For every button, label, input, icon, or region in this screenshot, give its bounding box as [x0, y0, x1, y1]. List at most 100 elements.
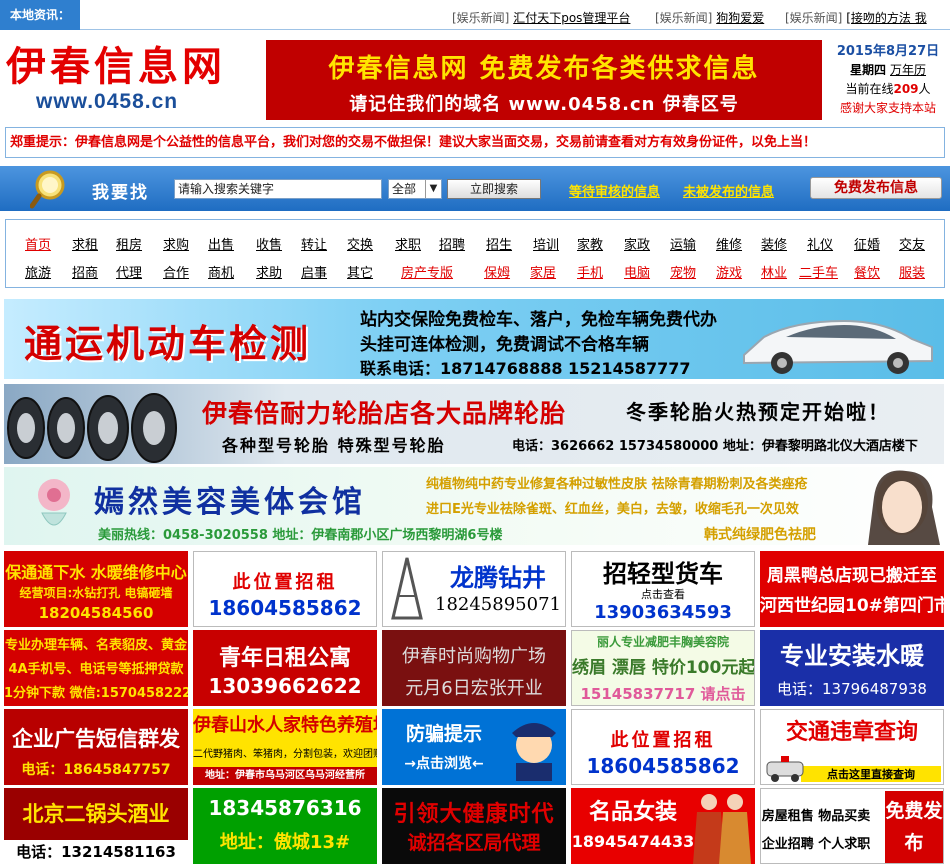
category-nav: 首页 求租 租房 求购 出售 收售 转让 交换 求职 招聘 招生 培训 家教 家政 运输 维修 装修 礼仪 征婚 交友…: [5, 219, 945, 288]
ad-womens-clothing[interactable]: 名品女装 18945474433: [571, 788, 755, 864]
top-news-bar: 本地资讯： [娱乐新闻] 汇付天下pos管理平台 [娱乐新闻] 狗狗爱爱 [娱乐…: [0, 0, 950, 30]
category-link-row2-18[interactable]: 服装: [899, 262, 925, 281]
ad-light-truck[interactable]: 招轻型货车 点击查看 13903634593: [571, 551, 755, 627]
category-link-row1-2[interactable]: 租房: [116, 234, 142, 253]
category-link-row1-5[interactable]: 收售: [256, 234, 282, 253]
ad2-title: 伊春倍耐力轮胎店各大品牌轮胎: [202, 399, 567, 428]
category-link-row1-3[interactable]: 求购: [163, 234, 189, 253]
ad-mortgage-loans[interactable]: 专业办理车辆、名表貂皮、黄金 4A手机号、电话号等抵押贷款 1分钟下款 微信:1…: [4, 630, 188, 706]
category-link-row2-7[interactable]: 其它: [347, 262, 373, 281]
category-link-row1-10[interactable]: 招生: [486, 234, 512, 253]
post-info-button[interactable]: 免费发布信息: [810, 177, 942, 199]
logo-text: 伊春信息网: [6, 43, 226, 90]
category-link-row1-7[interactable]: 交换: [347, 234, 373, 253]
category-link-row2-5[interactable]: 求助: [256, 262, 282, 281]
site-logo[interactable]: 伊春信息网 www.0458.cn: [6, 44, 256, 124]
warning-notice: 郑重提示：伊春信息网是个公益性的信息平台，我们对您的交易不做担保！建议大家当面交…: [5, 127, 945, 158]
ad-health-agent[interactable]: 引领大健康时代 诚招各区局代理: [382, 788, 566, 864]
search-input[interactable]: 请输入搜索关键字: [174, 179, 382, 199]
tires-image: [7, 393, 177, 463]
category-link-row1-14[interactable]: 运输: [670, 234, 696, 253]
category-link-row2-4[interactable]: 商机: [208, 262, 234, 281]
category-link-row1-1[interactable]: 求租: [72, 234, 98, 253]
category-link-row1-0[interactable]: 首页: [25, 234, 51, 253]
free-post-button[interactable]: 免费发布: [885, 791, 943, 863]
ad-plumbing[interactable]: 保通通下水 水暖维修中心 经营项目:水钻打孔 电镐砸墙 18204584560: [4, 551, 188, 627]
ad-youth-apartment[interactable]: 青年日租公寓 13039662622: [193, 630, 377, 706]
ad3-contact: 美丽热线：0458-3020558 地址：伊春南郡小区广场西黎明湖6号楼: [98, 528, 503, 543]
header-banner[interactable]: 伊春信息网 免费发布各类供求信息 请记住我们的域名 www.0458.cn 伊春…: [266, 40, 822, 120]
ad2-line: 各种型号轮胎 特殊型号轮胎: [222, 436, 446, 455]
category-link-row2-13[interactable]: 宠物: [670, 262, 696, 281]
category-link-row2-2[interactable]: 代理: [116, 262, 142, 281]
flower-vase-icon: [38, 479, 70, 526]
category-link-row2-3[interactable]: 合作: [163, 262, 189, 281]
category-link-row1-12[interactable]: 家教: [577, 234, 603, 253]
ad-fraud-warning[interactable]: 防骗提示 →点击浏览←: [382, 709, 566, 785]
ad-liquor[interactable]: 北京二锅头酒业 电话：13214581163: [4, 788, 188, 864]
ad-tire-shop[interactable]: 伊春倍耐力轮胎店各大品牌轮胎 冬季轮胎火热预定开始啦！ 各种型号轮胎 特殊型号轮…: [4, 384, 944, 464]
category-link-row2-0[interactable]: 旅游: [25, 262, 51, 281]
category-link-row2-1[interactable]: 招商: [72, 262, 98, 281]
car-image: [743, 319, 933, 374]
category-link-row1-17[interactable]: 礼仪: [807, 234, 833, 253]
ad-heating-install[interactable]: 专业安装水暖 电话：13796487938: [760, 630, 944, 706]
police-car-icon: [766, 756, 804, 782]
pending-info-link[interactable]: 等待审核的信息: [569, 181, 660, 200]
ad-for-rent-1[interactable]: 此位置招租 18604585862: [193, 551, 377, 627]
police-icon: [512, 723, 556, 781]
category-link-row2-8[interactable]: 房产专版: [401, 262, 453, 281]
models-image: [693, 794, 751, 864]
category-link-row1-19[interactable]: 交友: [899, 234, 925, 253]
category-link-row2-16[interactable]: 二手车: [799, 262, 838, 281]
category-link-row2-9[interactable]: 保姆: [484, 262, 510, 281]
banner-line-2: 请记住我们的域名 www.0458.cn 伊春区号: [349, 94, 739, 115]
ad3-title: 嫣然美容美体会馆: [94, 485, 366, 520]
ad-free-post[interactable]: 房屋租售 物品买卖 企业招聘 个人求职 免费发布: [760, 788, 944, 864]
ad-duck-store[interactable]: 周黑鸭总店现已搬迁至 河西世纪园10#第四门市: [760, 551, 944, 627]
category-link-row1-15[interactable]: 维修: [716, 234, 742, 253]
ad-green-phone[interactable]: 18345876316 地址：傲城13#: [193, 788, 377, 864]
search-button[interactable]: 立即搜索: [447, 179, 541, 199]
category-link-row2-14[interactable]: 游戏: [716, 262, 742, 281]
ad-beauty-salon[interactable]: 嫣然美容美体会馆 纯植物纯中药专业修复各种过敏性皮肤 祛除青春期粉刺及各类痤疮 …: [4, 467, 944, 545]
ad1-line-2: 头挂可连体检测，免费调试不合格车辆: [360, 335, 649, 355]
category-link-row1-9[interactable]: 招聘: [439, 234, 465, 253]
category-link-row2-11[interactable]: 手机: [577, 262, 603, 281]
category-link-row2-10[interactable]: 家居: [530, 262, 556, 281]
category-link-row2-6[interactable]: 启事: [301, 262, 327, 281]
local-news-label: 本地资讯：: [0, 0, 80, 30]
category-link-row1-11[interactable]: 培训: [533, 234, 559, 253]
ad-traffic-violation[interactable]: 交通违章查询 点击这里直接查询: [760, 709, 944, 785]
ad-for-rent-2[interactable]: 此位置招租 18604585862: [571, 709, 755, 785]
search-scope-select[interactable]: 全部 ▼: [388, 179, 442, 199]
category-link-row2-12[interactable]: 电脑: [624, 262, 650, 281]
date-box: 2015年8月27日 星期四 万年历 当前在线209人 感谢大家支持本站: [828, 42, 948, 118]
category-link-row2-17[interactable]: 餐饮: [854, 262, 880, 281]
category-link-row1-8[interactable]: 求职: [395, 234, 421, 253]
ad-drilling[interactable]: 龙腾钻井 18245895071: [382, 551, 566, 627]
category-link-row2-15[interactable]: 林业: [761, 262, 787, 281]
category-link-row1-13[interactable]: 家政: [624, 234, 650, 253]
ad-vehicle-inspection[interactable]: 通运机动车检测 站内交保险免费检车、落户，免检车辆免费代办 头挂可连体检测，免费…: [4, 299, 944, 379]
ad-sms-marketing[interactable]: 企业广告短信群发 电话：18645847757: [4, 709, 188, 785]
category-link-row1-16[interactable]: 装修: [761, 234, 787, 253]
category-link-row1-6[interactable]: 转让: [301, 234, 327, 253]
unpublished-info-link[interactable]: 未被发布的信息: [683, 181, 774, 200]
category-link-row1-4[interactable]: 出售: [208, 234, 234, 253]
news-item-3[interactable]: [娱乐新闻] [接吻的方法 我: [785, 9, 927, 26]
ad1-title: 通运机动车检测: [24, 322, 312, 366]
news-item-2[interactable]: [娱乐新闻] 狗狗爱爱: [655, 9, 764, 26]
magnifier-icon: [30, 170, 65, 209]
logo-url: www.0458.cn: [36, 90, 179, 113]
almanac-link[interactable]: 万年历: [890, 63, 926, 77]
ad-beauty-clinic[interactable]: 丽人专业减肥丰胸美容院 绣眉 漂唇 特价100元起 15145837717 请点…: [571, 630, 755, 706]
category-link-row1-18[interactable]: 征婚: [854, 234, 880, 253]
classified-ads-grid: 保通通下水 水暖维修中心 经营项目:水钻打孔 电镐砸墙 18204584560 …: [4, 548, 946, 864]
ad-farm[interactable]: 伊春山水人家特色养殖场 二代野猪肉、笨猪肉，分割包装，欢迎团购 地址：伊春市乌马…: [193, 709, 377, 785]
search-title: 我要找: [92, 183, 149, 203]
ad-shopping-plaza[interactable]: 伊春时尚购物广场 元月6日宏张开业: [382, 630, 566, 706]
news-item-1[interactable]: [娱乐新闻] 汇付天下pos管理平台: [452, 9, 630, 26]
banner-line-1: 伊春信息网 免费发布各类供求信息: [328, 54, 760, 84]
ad1-line-3: 联系电话：18714768888 15214587777: [360, 359, 691, 378]
